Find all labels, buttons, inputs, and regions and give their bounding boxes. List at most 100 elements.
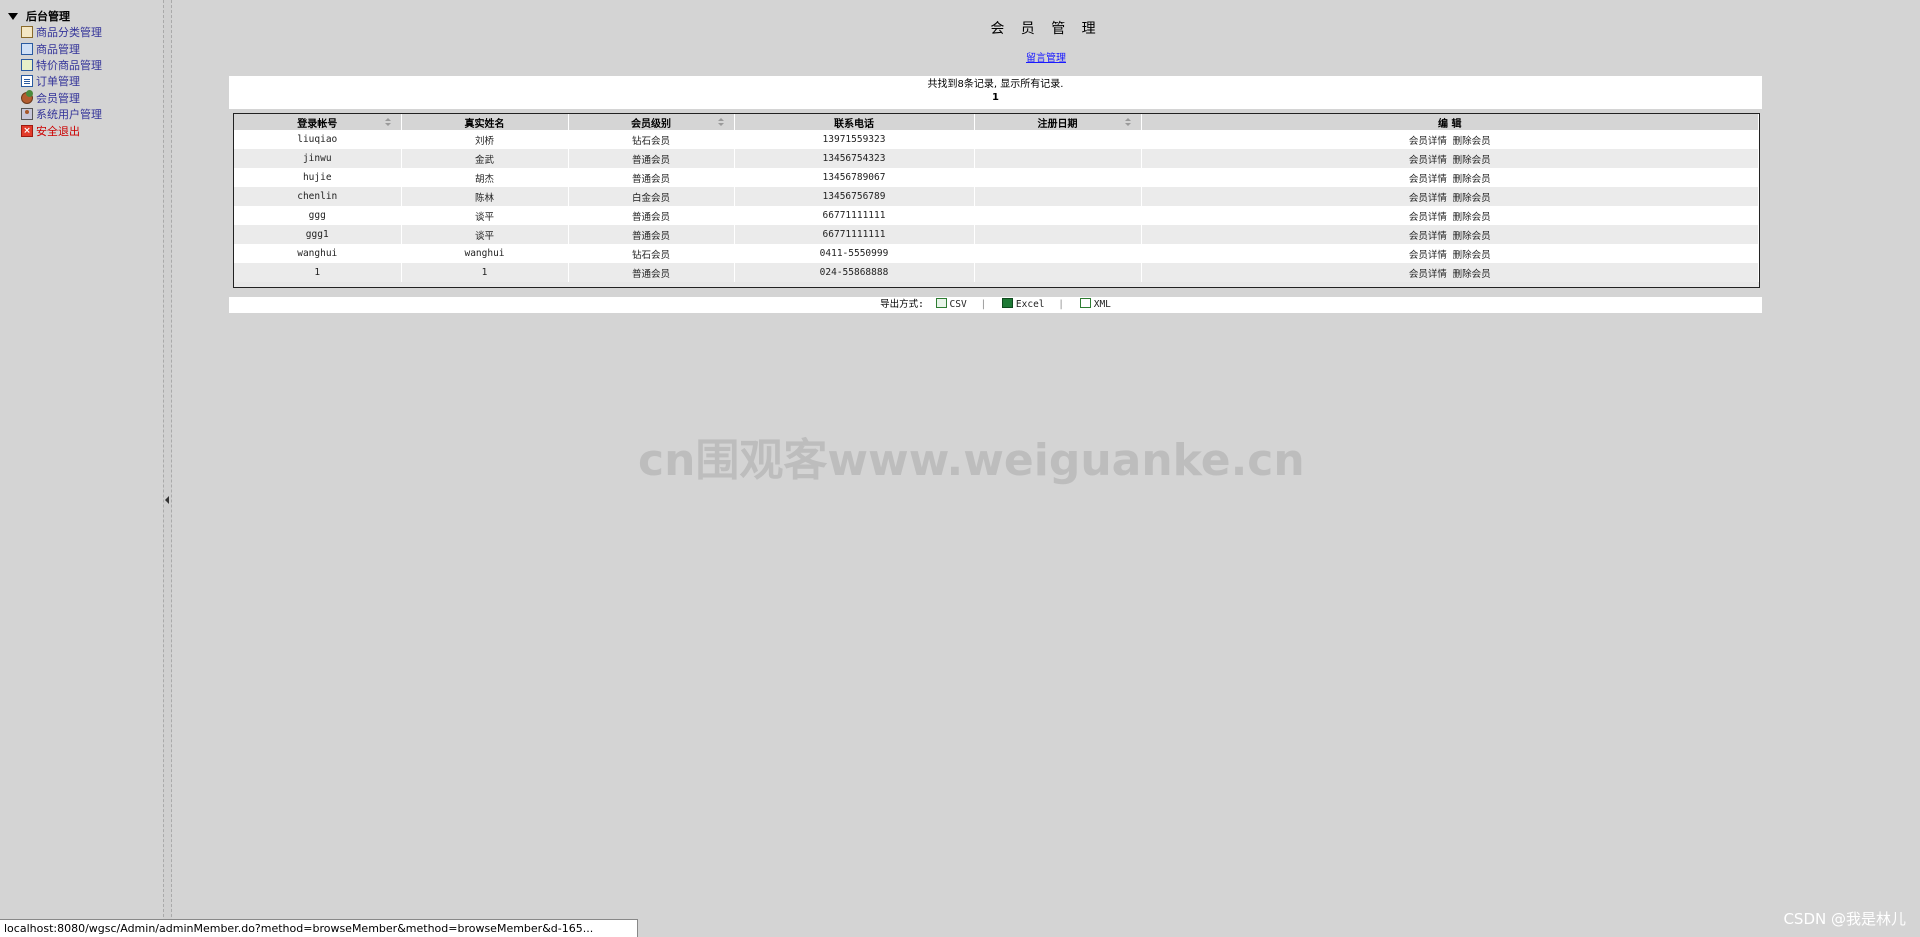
cell-account: wanghui xyxy=(234,244,402,263)
member-detail-link[interactable]: 会员详情 xyxy=(1409,136,1447,147)
cell-account: liuqiao xyxy=(234,130,402,149)
sidebar-item-products[interactable]: 商品管理 xyxy=(21,40,102,56)
sidebar-item-orders[interactable]: 订单管理 xyxy=(21,73,102,89)
records-info: 共找到8条记录, 显示所有记录. 1 xyxy=(229,76,1762,109)
cell-phone: 0411-5550999 xyxy=(734,244,975,263)
member-detail-link[interactable]: 会员详情 xyxy=(1409,174,1447,185)
product-icon xyxy=(21,42,33,55)
column-header-label: 联系电话 xyxy=(834,118,874,130)
system-user-icon xyxy=(21,108,33,121)
order-icon xyxy=(21,75,33,88)
member-table: 登录帐号 真实姓名 会员级别 联系电话 注册日期 编 辑 liuqiao 刘桥 … xyxy=(234,114,1759,282)
cell-name: 1 xyxy=(401,263,569,282)
table-row: wanghui wanghui 钻石会员 0411-5550999 会员详情 删… xyxy=(234,244,1759,263)
member-detail-link[interactable]: 会员详情 xyxy=(1409,155,1447,166)
cell-date xyxy=(974,168,1142,187)
sort-icon[interactable] xyxy=(717,118,724,126)
member-detail-link[interactable]: 会员详情 xyxy=(1409,193,1447,204)
sidebar-item-members[interactable]: 会员管理 xyxy=(21,89,102,106)
column-header-phone: 联系电话 xyxy=(734,114,975,130)
expand-triangle-icon[interactable] xyxy=(8,12,18,20)
cell-date xyxy=(974,225,1142,244)
member-table-container: 登录帐号 真实姓名 会员级别 联系电话 注册日期 编 辑 liuqiao 刘桥 … xyxy=(233,113,1760,288)
cell-date xyxy=(974,187,1142,206)
member-detail-link[interactable]: 会员详情 xyxy=(1409,250,1447,261)
tree-root-admin[interactable]: 后台管理 xyxy=(8,8,70,24)
export-csv-link[interactable]: CSV xyxy=(950,299,967,310)
member-detail-link[interactable]: 会员详情 xyxy=(1409,212,1447,223)
cell-phone: 13456754323 xyxy=(734,149,975,168)
frame-splitter[interactable] xyxy=(163,0,172,937)
page-number-link[interactable]: 1 xyxy=(229,91,1762,105)
member-detail-link[interactable]: 会员详情 xyxy=(1409,269,1447,280)
cell-account: ggg xyxy=(234,206,402,225)
cell-phone: 66771111111 xyxy=(734,206,975,225)
column-header-label: 注册日期 xyxy=(1037,118,1078,130)
exit-icon: × xyxy=(21,124,33,137)
delete-member-link[interactable]: 删除会员 xyxy=(1453,250,1491,261)
sidebar-item-system-users[interactable]: 系统用户管理 xyxy=(21,106,102,122)
table-header-row: 登录帐号 真实姓名 会员级别 联系电话 注册日期 编 辑 xyxy=(234,114,1759,130)
sidebar-item-special-products[interactable]: 特价商品管理 xyxy=(21,57,102,73)
column-header-label: 编 辑 xyxy=(1438,118,1462,130)
cell-date xyxy=(974,206,1142,225)
message-management-link[interactable]: 留言管理 xyxy=(172,49,1920,64)
cell-level: 普通会员 xyxy=(568,206,735,225)
tree-root-label: 后台管理 xyxy=(26,10,70,23)
cell-account: chenlin xyxy=(234,187,402,206)
sidebar-item-label: 安全退出 xyxy=(36,124,80,138)
export-xml-link[interactable]: XML xyxy=(1094,299,1111,310)
xml-icon[interactable] xyxy=(1079,298,1091,308)
column-header-edit: 编 辑 xyxy=(1141,114,1759,130)
cell-edit: 会员详情 删除会员 xyxy=(1141,263,1759,282)
watermark: cn围观客www.weiguanke.cn xyxy=(638,435,1305,486)
delete-member-link[interactable]: 删除会员 xyxy=(1453,269,1491,280)
excel-icon[interactable] xyxy=(1001,298,1013,308)
export-excel-link[interactable]: Excel xyxy=(1016,299,1045,310)
cell-name: 陈林 xyxy=(401,187,569,206)
cell-edit: 会员详情 删除会员 xyxy=(1141,244,1759,263)
delete-member-link[interactable]: 删除会员 xyxy=(1453,212,1491,223)
cell-edit: 会员详情 删除会员 xyxy=(1141,225,1759,244)
sort-icon[interactable] xyxy=(1124,118,1131,126)
cell-phone: 024-55868888 xyxy=(734,263,975,282)
sidebar-item-label: 商品分类管理 xyxy=(36,26,102,40)
cell-name: wanghui xyxy=(401,244,569,263)
status-bar-url: localhost:8080/wgsc/Admin/adminMember.do… xyxy=(0,919,638,937)
collapse-arrow-icon[interactable] xyxy=(165,496,169,504)
export-options: 导出方式: CSV | Excel | XML xyxy=(229,297,1762,313)
column-header-label: 登录帐号 xyxy=(297,118,338,130)
sidebar-item-logout[interactable]: × 安全退出 xyxy=(21,122,102,138)
column-header-label: 会员级别 xyxy=(631,118,671,130)
column-header-date[interactable]: 注册日期 xyxy=(974,114,1142,130)
page-title: 会 员 管 理 xyxy=(990,21,1102,37)
column-header-account[interactable]: 登录帐号 xyxy=(234,114,402,130)
table-row: 1 1 普通会员 024-55868888 会员详情 删除会员 xyxy=(234,263,1759,282)
sidebar-item-category[interactable]: 商品分类管理 xyxy=(21,24,102,40)
cell-date xyxy=(974,263,1142,282)
sidebar-item-label: 系统用户管理 xyxy=(36,108,102,122)
table-row: jinwu 金武 普通会员 13456754323 会员详情 删除会员 xyxy=(234,149,1759,168)
cell-phone: 66771111111 xyxy=(734,225,975,244)
delete-member-link[interactable]: 删除会员 xyxy=(1453,193,1491,204)
sort-icon[interactable] xyxy=(384,118,391,126)
delete-member-link[interactable]: 删除会员 xyxy=(1453,136,1491,147)
cell-name: 金武 xyxy=(401,149,569,168)
table-row: liuqiao 刘桥 钻石会员 13971559323 会员详情 删除会员 xyxy=(234,130,1759,149)
cell-level: 普通会员 xyxy=(568,168,735,187)
cell-level: 普通会员 xyxy=(568,225,735,244)
csdn-credit: CSDN @我是林儿 xyxy=(1783,910,1906,928)
csv-icon[interactable] xyxy=(935,298,947,308)
delete-member-link[interactable]: 删除会员 xyxy=(1453,155,1491,166)
column-header-level[interactable]: 会员级别 xyxy=(568,114,735,130)
member-detail-link[interactable]: 会员详情 xyxy=(1409,231,1447,242)
delete-member-link[interactable]: 删除会员 xyxy=(1453,174,1491,185)
cell-edit: 会员详情 删除会员 xyxy=(1141,187,1759,206)
delete-member-link[interactable]: 删除会员 xyxy=(1453,231,1491,242)
table-row: ggg1 谈平 普通会员 66771111111 会员详情 删除会员 xyxy=(234,225,1759,244)
cell-account: jinwu xyxy=(234,149,402,168)
sidebar-item-label: 商品管理 xyxy=(36,42,80,56)
member-icon xyxy=(21,89,33,104)
column-header-label: 真实姓名 xyxy=(464,118,505,130)
cell-edit: 会员详情 删除会员 xyxy=(1141,130,1759,149)
